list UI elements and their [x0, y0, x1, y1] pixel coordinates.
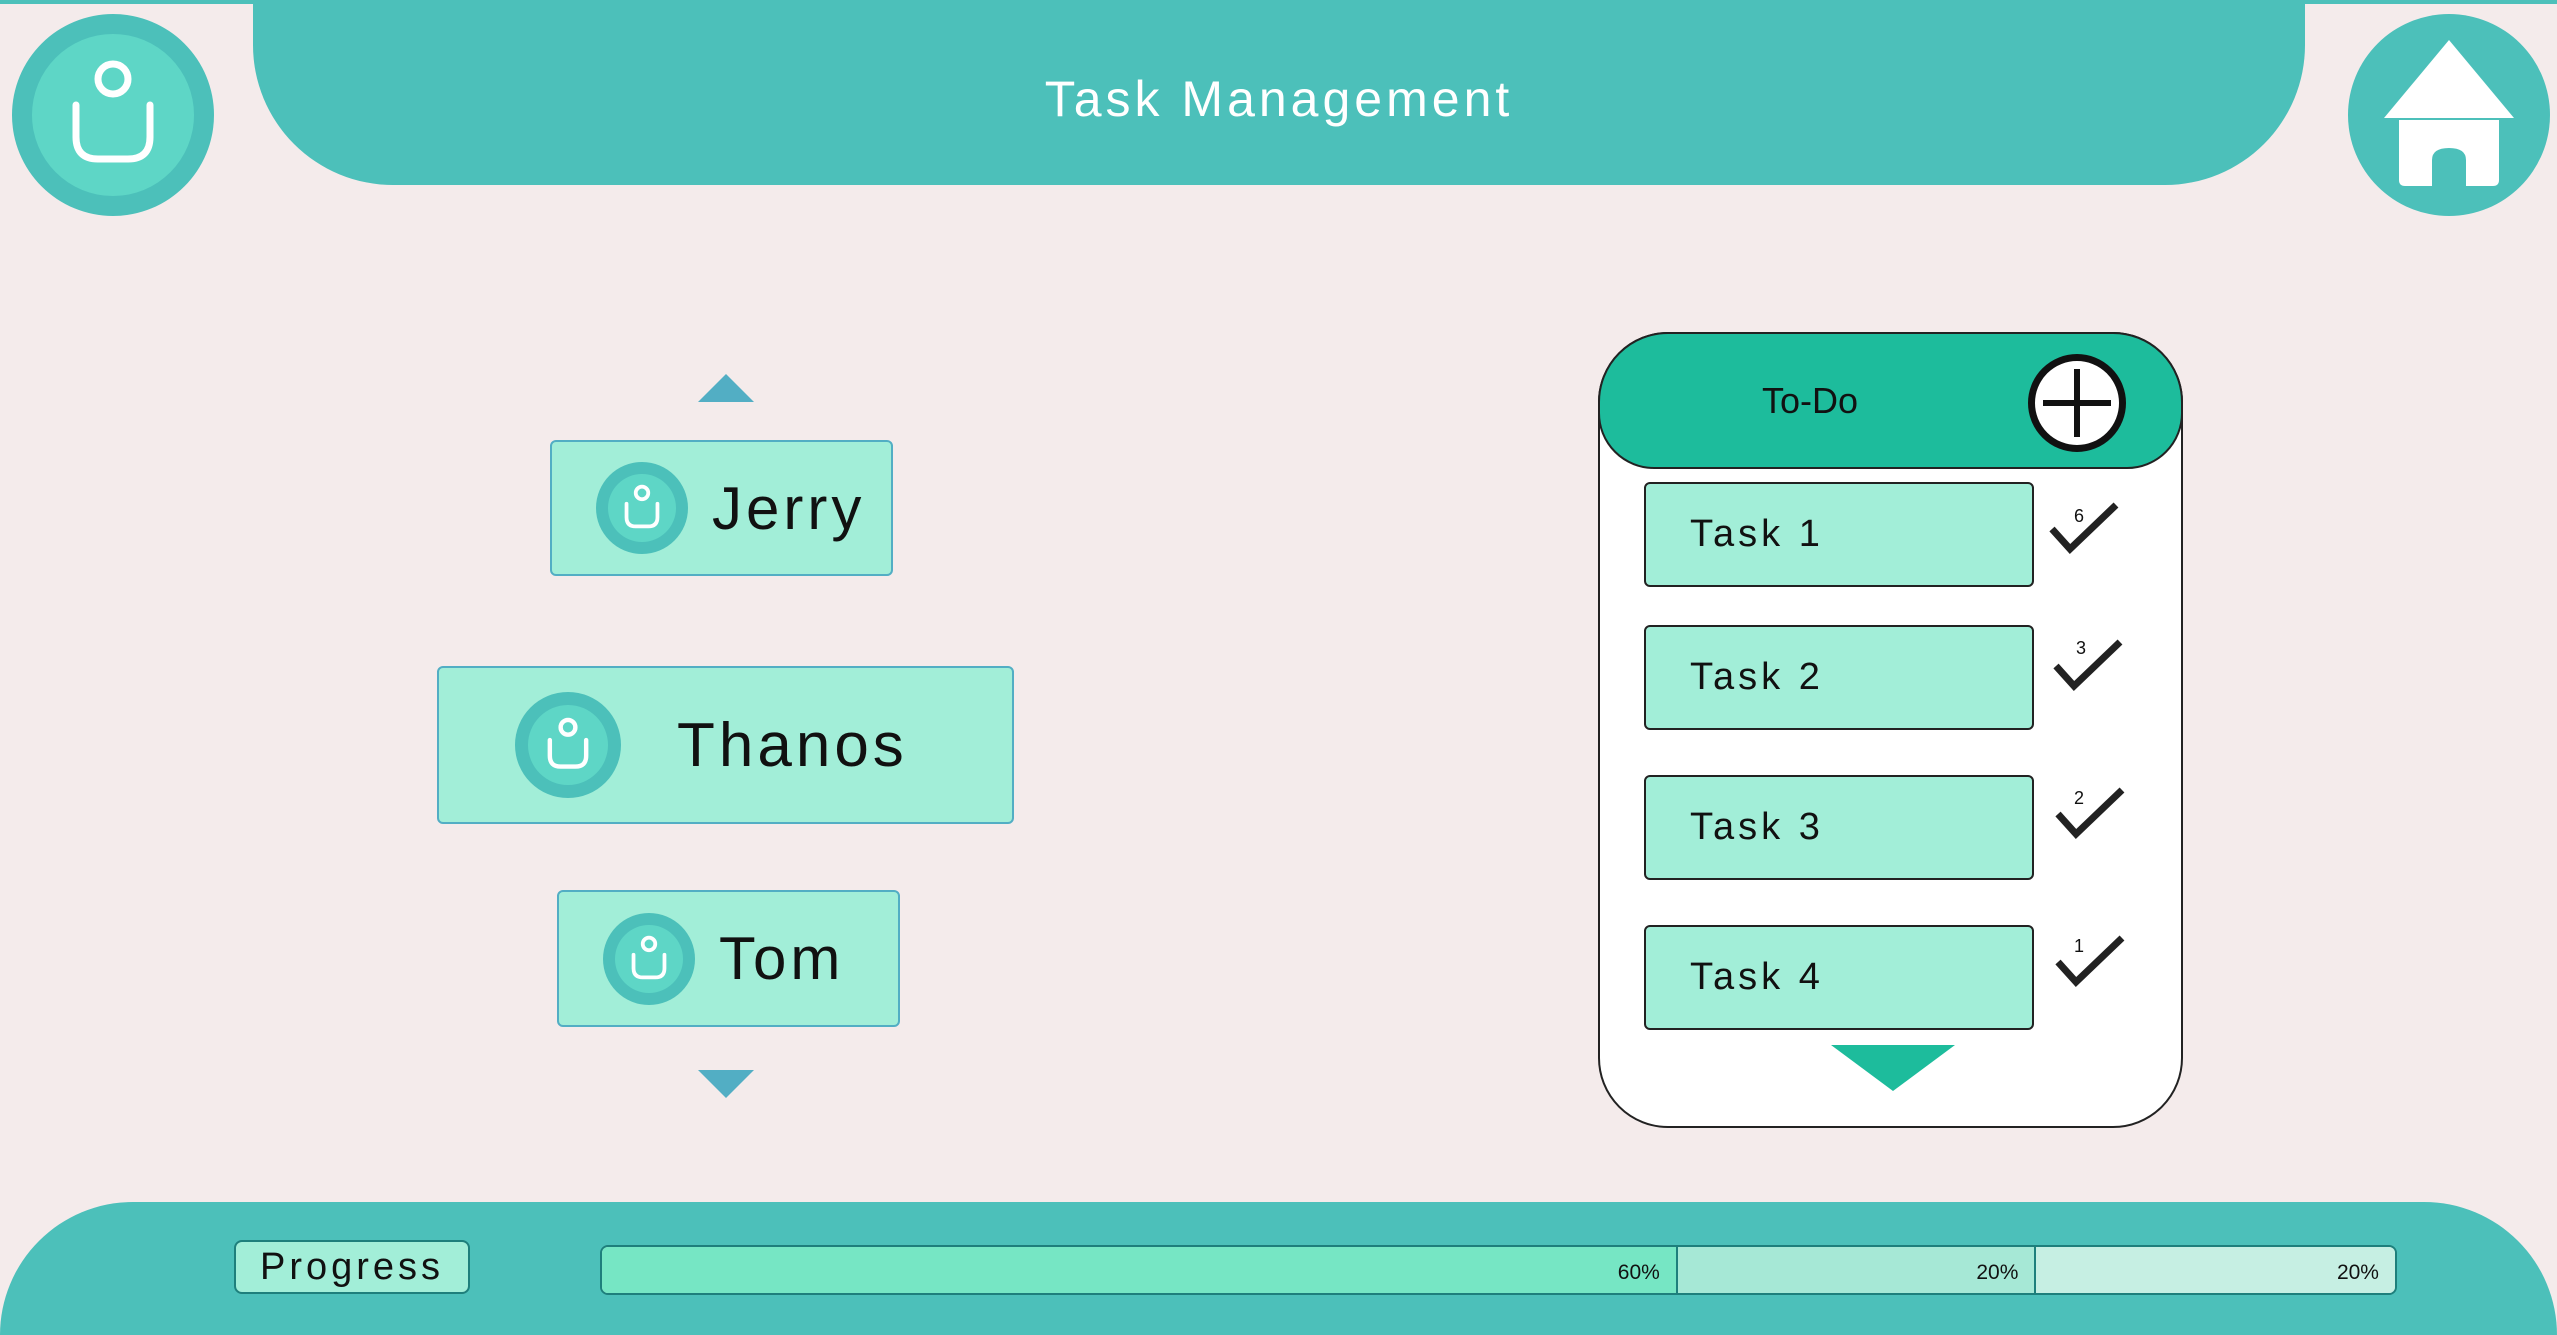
home-button[interactable] [2348, 14, 2550, 216]
task-complete-button[interactable] [2050, 632, 2130, 707]
user-card-tom[interactable]: Tom [557, 890, 900, 1027]
user-card-thanos[interactable]: Thanos [437, 666, 1014, 824]
checkmark-icon [2053, 639, 2123, 692]
user-list-scroll-up[interactable] [698, 374, 754, 402]
progress-segment: 60% [602, 1247, 1678, 1293]
add-task-button[interactable] [2028, 354, 2126, 452]
user-avatar [515, 692, 621, 798]
task-complete-button[interactable] [2052, 928, 2132, 1003]
progress-segment: 20% [2036, 1247, 2395, 1293]
user-card-jerry[interactable]: Jerry [550, 440, 893, 576]
checkmark-icon [2055, 935, 2125, 988]
progress-segment-label: 20% [1976, 1261, 2019, 1284]
user-icon [631, 935, 667, 979]
progress-bar: 60% 20% 20% [600, 1245, 2397, 1295]
progress-segment: 20% [1677, 1247, 2037, 1293]
task-item[interactable]: Task 3 [1644, 775, 2034, 880]
profile-button[interactable] [12, 14, 214, 216]
checkmark-icon [2049, 502, 2119, 555]
user-list-scroll-down[interactable] [698, 1070, 754, 1098]
task-item[interactable]: Task 4 [1644, 925, 2034, 1030]
user-icon [547, 717, 589, 769]
task-complete-button[interactable] [2046, 495, 2126, 570]
task-item[interactable]: Task 1 [1644, 482, 2034, 587]
task-complete-button[interactable] [2052, 780, 2132, 855]
task-count: 3 [2076, 638, 2087, 658]
profile-icon [72, 60, 154, 163]
page-title: Task Management [1044, 71, 1514, 127]
task-count: 1 [2074, 936, 2085, 956]
task-count: 2 [2074, 788, 2085, 808]
checkmark-icon [2055, 787, 2125, 840]
user-avatar [596, 462, 688, 554]
user-name: Tom [719, 925, 845, 992]
user-icon [624, 484, 660, 529]
plus-icon [2043, 369, 2111, 437]
user-avatar [603, 912, 695, 1005]
task-count: 6 [2074, 506, 2085, 526]
todo-scroll-down[interactable] [1831, 1045, 1955, 1091]
task-item[interactable]: Task 2 [1644, 625, 2034, 730]
progress-label: Progress [234, 1240, 470, 1294]
user-name: Jerry [712, 474, 866, 542]
todo-title: To-Do [1761, 380, 1859, 421]
user-name: Thanos [677, 710, 908, 780]
home-icon [2384, 40, 2514, 186]
progress-segment-label: 60% [1617, 1261, 1660, 1284]
progress-segment-label: 20% [2336, 1261, 2379, 1284]
